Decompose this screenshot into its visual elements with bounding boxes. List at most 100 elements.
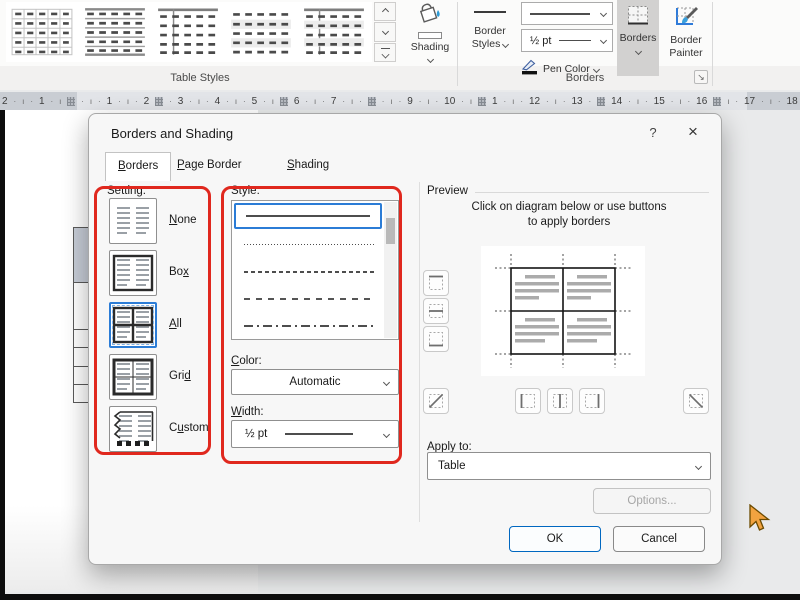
shading-button[interactable]: Shading <box>404 2 456 84</box>
ruler-tick: · <box>243 97 246 106</box>
right-border-button[interactable] <box>579 388 605 414</box>
border-painter-label-1: Border <box>670 34 702 47</box>
left-border-button[interactable] <box>515 388 541 414</box>
ruler-tick: ı <box>198 97 200 106</box>
color-label: Color: <box>231 355 262 367</box>
diagonal-up-border-button[interactable] <box>423 388 449 414</box>
inside-horizontal-border-button[interactable] <box>423 298 449 324</box>
table-style-thumbnail-header-col[interactable] <box>155 6 221 58</box>
borders-group-label: Borders <box>458 72 712 84</box>
preview-diagram[interactable] <box>481 246 645 376</box>
setting-grid-icon <box>111 357 155 397</box>
setting-none-label[interactable]: None <box>169 214 225 226</box>
borders-dialog-launcher[interactable]: ↘ <box>694 70 708 84</box>
ruler-number: 17 <box>744 96 755 107</box>
tab-page-border[interactable]: Page Border <box>165 152 254 179</box>
ruler-tick: · <box>436 97 439 106</box>
ruler-number: 1 <box>492 96 498 107</box>
table-style-thumbnail-header-banded[interactable] <box>301 6 367 58</box>
top-border-button[interactable] <box>423 270 449 296</box>
options-button-label: Options... <box>627 495 676 507</box>
chevron-down-icon <box>383 378 390 385</box>
ruler-number: 5 <box>252 96 258 107</box>
line-weight-dropdown[interactable]: ½ pt <box>521 29 613 52</box>
ruler-tick: ı <box>314 97 316 106</box>
line-style-sample <box>246 215 370 217</box>
ruler-tick: · <box>399 97 402 106</box>
table-style-thumbnail-lines[interactable] <box>82 6 148 58</box>
border-style-line-icon <box>474 11 506 13</box>
ribbon-separator <box>712 2 713 86</box>
cancel-button-label: Cancel <box>641 533 677 545</box>
ruler-tick: · <box>169 97 172 106</box>
ruler-table-marker <box>368 97 376 106</box>
table-styles-gallery <box>6 2 372 62</box>
dialog-help-button[interactable]: ? <box>641 122 665 144</box>
chevron-down-icon <box>634 48 641 55</box>
style-item-dotted[interactable] <box>232 231 398 258</box>
paint-bucket-icon <box>417 2 443 31</box>
setting-all-button[interactable] <box>109 302 157 348</box>
style-list-scrollbar[interactable] <box>384 202 397 338</box>
ruler-tick: · <box>645 97 648 106</box>
table-style-thumbnail-grid[interactable] <box>9 6 75 58</box>
setting-custom-label[interactable]: Custom <box>169 422 225 434</box>
style-label: Style: <box>231 185 260 197</box>
chevron-down-icon <box>426 56 433 63</box>
inside-vertical-border-button[interactable] <box>547 388 573 414</box>
ruler-number: 16 <box>696 96 707 107</box>
gallery-scroll-up-button[interactable] <box>374 2 396 21</box>
setting-all-label[interactable]: All <box>169 318 225 330</box>
setting-grid-button[interactable] <box>109 354 157 400</box>
width-value: ½ pt <box>245 428 267 440</box>
horizontal-ruler[interactable]: 2·ı·1·ı·ı·1·ı·2·3·ı·4·ı·5·ı6·ı·7·ı··ı·9·… <box>0 92 800 110</box>
border-painter-button[interactable]: Border Painter <box>660 0 712 80</box>
scrollbar-thumb[interactable] <box>386 218 395 244</box>
style-item-solid[interactable] <box>234 203 382 229</box>
color-value: Automatic <box>289 376 340 388</box>
setting-none-button[interactable] <box>109 198 157 244</box>
diagonal-down-border-button[interactable] <box>683 388 709 414</box>
preview-hint-line2: to apply borders <box>427 215 711 230</box>
table-style-thumbnail-banded[interactable] <box>228 6 294 58</box>
dialog-close-button[interactable]: × <box>679 120 707 144</box>
chevron-down-icon <box>383 430 390 437</box>
ruler-tick: ı <box>555 97 557 106</box>
ruler-tick: · <box>50 97 53 106</box>
chevron-up-icon <box>381 8 388 15</box>
line-style-dropdown[interactable] <box>521 2 613 25</box>
ok-button[interactable]: OK <box>509 526 601 552</box>
screenshot-bottom-edge <box>0 594 800 600</box>
gallery-more-icon <box>381 48 390 57</box>
setting-all-icon <box>111 305 155 345</box>
borders-icon <box>626 5 650 32</box>
cancel-button[interactable]: Cancel <box>613 526 705 552</box>
setting-grid-label[interactable]: Grid <box>169 370 225 382</box>
width-label: Width: <box>231 406 264 418</box>
gallery-scroll-down-button[interactable] <box>374 22 396 41</box>
style-item-dash-dot[interactable] <box>232 312 398 339</box>
style-item-dash[interactable] <box>232 285 398 312</box>
bottom-border-button[interactable] <box>423 326 449 352</box>
setting-box-button[interactable] <box>109 250 157 296</box>
color-dropdown[interactable]: Automatic <box>231 369 399 395</box>
line-weight-value: ½ pt <box>530 35 551 47</box>
style-item-dash-fine[interactable] <box>232 258 398 285</box>
setting-box-label[interactable]: Box <box>169 266 225 278</box>
tab-borders[interactable]: Borders <box>105 152 171 181</box>
ruler-number: 3 <box>178 96 184 107</box>
apply-to-value: Table <box>438 460 466 472</box>
tab-shading[interactable]: Shading <box>275 152 341 179</box>
ruler-tick: · <box>419 97 422 106</box>
ruler-tick: · <box>30 97 33 106</box>
gallery-more-button[interactable] <box>374 43 396 62</box>
ruler-number: 9 <box>407 96 413 107</box>
border-styles-label-2: Styles <box>472 38 509 51</box>
apply-to-dropdown[interactable]: Table <box>427 452 711 480</box>
shading-color-swatch <box>418 32 442 39</box>
borders-button[interactable]: Borders <box>617 0 659 76</box>
line-style-sample <box>244 244 374 245</box>
setting-custom-button[interactable] <box>109 406 157 452</box>
ruler-tick: · <box>118 97 121 106</box>
width-dropdown[interactable]: ½ pt <box>231 420 399 448</box>
